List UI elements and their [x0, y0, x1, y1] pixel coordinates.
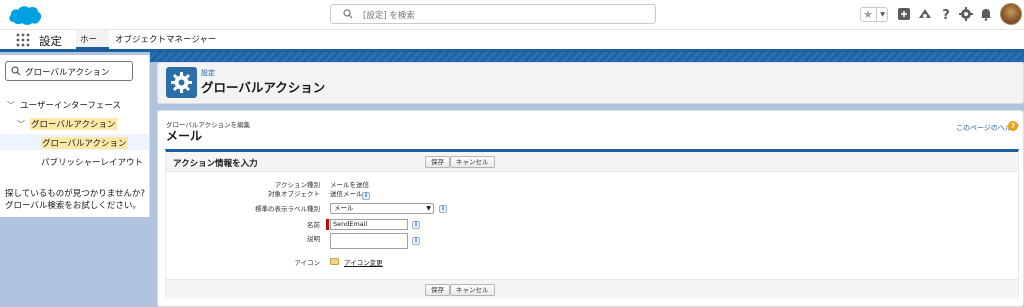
tree-section-user-interface[interactable]: ユーザーインターフェース: [20, 99, 121, 111]
tree-group-global-actions[interactable]: グローバルアクション: [30, 118, 117, 130]
search-icon: [343, 9, 353, 19]
change-icon-link[interactable]: アイコン変更: [344, 257, 383, 267]
section-title: アクション情報を入力: [173, 159, 258, 169]
tree-item-publisher-layouts[interactable]: パブリッシャーレイアウト: [41, 156, 143, 168]
name-label: 名前: [307, 221, 320, 229]
search-icon: [11, 66, 21, 76]
info-icon[interactable]: i: [362, 192, 370, 200]
app-name: 設定: [39, 34, 62, 48]
gear-icon[interactable]: [958, 6, 974, 22]
chevron-down-icon: ▼: [426, 205, 431, 212]
help-icon[interactable]: ?: [938, 6, 954, 22]
action-icon-image: [330, 258, 339, 265]
chevron-down-icon[interactable]: ﹀: [17, 119, 25, 130]
info-icon[interactable]: i: [412, 237, 420, 245]
tab-object-manager[interactable]: オブジェクトマネージャー ﹀: [110, 30, 230, 64]
standard-label-type-value: メール: [334, 204, 354, 212]
required-indicator: [326, 219, 329, 230]
form-footer: 保存 キャンセル: [166, 279, 1018, 299]
icon-label: アイコン: [294, 259, 320, 267]
info-icon[interactable]: i: [439, 205, 447, 213]
description-textarea[interactable]: [330, 233, 408, 249]
global-header: [設定] を検索 ★ ▼ ?: [0, 0, 1024, 30]
quick-find-value: グローバルアクション: [25, 68, 110, 78]
standard-label-type-select[interactable]: メール ▼: [330, 203, 434, 214]
chevron-down-icon[interactable]: ﹀: [7, 100, 15, 111]
setup-gear-icon: [166, 67, 197, 98]
record-title: メール: [166, 129, 203, 143]
save-button[interactable]: 保存: [425, 284, 450, 296]
global-actions-plus-icon[interactable]: [896, 6, 912, 22]
tab-object-manager-label: オブジェクトマネージャー: [115, 35, 217, 45]
cancel-button[interactable]: キャンセル: [450, 156, 495, 168]
main-content: グローバルアクションを編集 メール このページのヘルプ ? アクション情報を入力…: [157, 110, 1024, 307]
page-title: グローバルアクション: [201, 80, 326, 95]
help-icon[interactable]: ?: [1008, 121, 1018, 131]
quick-find-input[interactable]: グローバルアクション: [5, 61, 133, 81]
cancel-button[interactable]: キャンセル: [450, 284, 495, 296]
info-icon[interactable]: i: [412, 221, 420, 229]
name-input[interactable]: SendEmail: [330, 219, 408, 230]
tab-home[interactable]: ホーム: [76, 30, 109, 65]
tree-item-global-actions[interactable]: グローバルアクション: [41, 137, 128, 149]
description-label: 説明: [307, 235, 320, 243]
star-icon: ★: [863, 8, 873, 21]
context-bar: 設定 ホーム オブジェクトマネージャー ﹀: [0, 30, 1024, 65]
sidebar-help-line2: グローバル検索をお試しください。: [5, 201, 141, 211]
sidebar-help-line1: 探しているものが見つかりませんか?: [5, 189, 146, 199]
svg-text:?: ?: [942, 8, 950, 22]
setup-sidebar: グローバルアクション ﹀ ユーザーインターフェース ﹀ グローバルアクション グ…: [0, 55, 150, 217]
save-button[interactable]: 保存: [425, 156, 450, 168]
bell-icon[interactable]: [978, 6, 994, 22]
background-pattern: [150, 52, 1024, 62]
favorites-button[interactable]: ★ ▼: [860, 7, 888, 22]
salesforce-logo[interactable]: [7, 3, 43, 27]
chevron-down-icon[interactable]: ▼: [876, 8, 888, 21]
target-object-label: 対象オブジェクト: [268, 190, 320, 198]
sidebar-help-text: 探しているものが見つかりませんか? グローバル検索をお試しください。: [5, 188, 145, 212]
global-search-input[interactable]: [設定] を検索: [330, 4, 656, 24]
user-avatar[interactable]: [1000, 3, 1022, 25]
app-launcher-icon[interactable]: [16, 33, 30, 47]
search-placeholder: [設定] を検索: [363, 11, 415, 21]
page-header: 設定 グローバルアクション: [157, 62, 1024, 104]
name-input-value: SendEmail: [333, 220, 368, 228]
trailhead-icon[interactable]: [917, 6, 933, 22]
action-form: アクション情報を入力 保存 キャンセル アクション種別 メールを送信 対象オブジ…: [165, 149, 1019, 299]
form-header: アクション情報を入力 保存 キャンセル: [166, 152, 1018, 172]
standard-label-type-label: 標準の表示ラベル種別: [255, 205, 320, 213]
target-object-value: 送信メール: [330, 190, 363, 198]
